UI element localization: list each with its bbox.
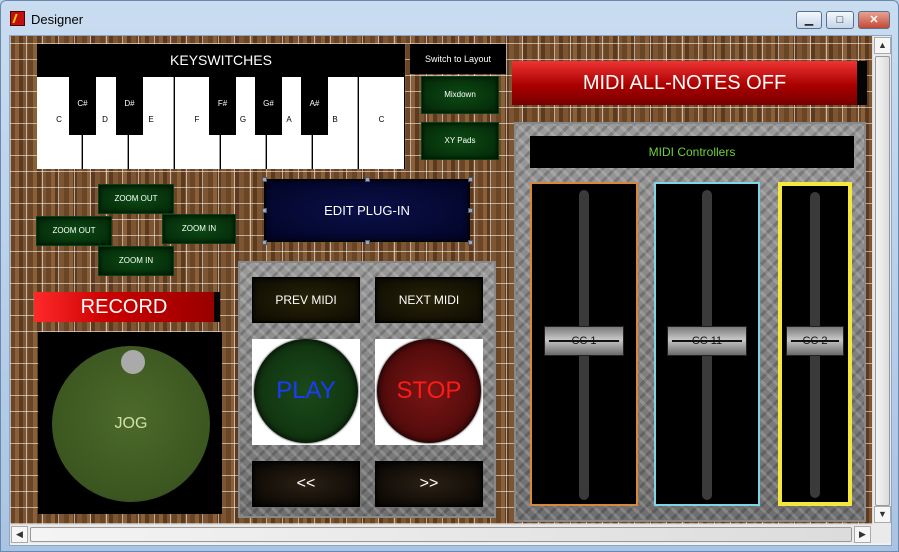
app-icon [10,11,25,26]
jog-indicator-dot [121,350,145,374]
selection-handle[interactable] [262,240,267,245]
play-button[interactable]: PLAY [254,339,358,443]
stop-button[interactable]: STOP [377,339,481,443]
minimize-button[interactable]: ▁ [796,11,822,29]
selection-handle[interactable] [468,240,473,245]
zoom-out-button[interactable]: ZOOM OUT [98,184,174,214]
fast-forward-button[interactable]: >> [375,461,483,507]
scroll-right-button[interactable]: ▶ [854,526,871,543]
key-c-high[interactable]: C [359,77,404,169]
cc1-fader[interactable]: CC 1 [530,182,638,506]
jog-panel: JOG [38,332,222,514]
selection-handle[interactable] [468,208,473,213]
xy-pads-layout-button[interactable]: XY Pads [421,122,499,160]
record-button[interactable]: RECORD [34,292,220,322]
midi-all-notes-off-button[interactable]: MIDI ALL-NOTES OFF [512,61,867,105]
key-g-sharp[interactable]: G# [255,77,282,135]
cc11-fader[interactable]: CC 11 [654,182,760,506]
cc11-fader-knob[interactable]: CC 11 [667,326,747,356]
keyswitch-keyboard: C D E F G A B C C# D# F# G# A# [37,77,405,169]
horizontal-scroll-thumb[interactable] [30,527,852,542]
next-midi-button[interactable]: NEXT MIDI [375,277,483,323]
scroll-down-button[interactable]: ▼ [874,506,891,523]
key-a-sharp[interactable]: A# [301,77,328,135]
mixdown-layout-button[interactable]: Mixdown [421,76,499,114]
midi-controllers-title: MIDI Controllers [530,136,854,168]
prev-midi-button[interactable]: PREV MIDI [252,277,360,323]
horizontal-scrollbar[interactable]: ◀ ▶ [10,524,872,543]
maximize-button[interactable]: □ [826,11,854,29]
stop-button-frame: STOP [375,339,483,445]
jog-label: JOG [114,415,148,432]
midi-controllers-panel: MIDI Controllers CC 1 CC 11 CC 2 [514,122,866,522]
vertical-scrollbar[interactable]: ▲ ▼ [872,36,891,524]
cc2-label: CC 2 [802,335,828,347]
window-title: Designer [31,12,84,27]
vertical-scroll-thumb[interactable] [875,56,890,506]
cc1-fader-knob[interactable]: CC 1 [544,326,624,356]
selection-handle[interactable] [365,177,370,182]
key-c-sharp[interactable]: C# [69,77,96,135]
key-f-sharp[interactable]: F# [209,77,236,135]
layout-canvas[interactable]: KEYSWITCHES C D E F G A B C C# D# F# G# … [10,36,872,524]
title-bar[interactable]: Designer ▁ □ ✕ [1,1,898,35]
rewind-button[interactable]: << [252,461,360,507]
zoom-out-button-alt[interactable]: ZOOM OUT [36,216,112,246]
selection-handle[interactable] [468,177,473,182]
selection-handle[interactable] [262,177,267,182]
cc2-fader[interactable]: CC 2 [778,182,852,506]
keyswitches-title: KEYSWITCHES [37,44,405,77]
cc1-label: CC 1 [571,335,597,347]
play-button-frame: PLAY [252,339,360,445]
designer-client-area: KEYSWITCHES C D E F G A B C C# D# F# G# … [9,35,892,546]
cc11-label: CC 11 [691,335,723,347]
edit-plugin-button[interactable]: EDIT PLUG-IN [264,179,470,242]
transport-panel: PREV MIDI NEXT MIDI PLAY STOP << >> [238,261,496,518]
zoom-in-button[interactable]: ZOOM IN [162,214,236,244]
close-button[interactable]: ✕ [858,11,890,29]
selection-handle[interactable] [365,240,370,245]
cc2-fader-knob[interactable]: CC 2 [786,326,844,356]
switch-layout-label: Switch to Layout [410,44,506,74]
scroll-up-button[interactable]: ▲ [874,37,891,54]
zoom-in-button-alt[interactable]: ZOOM IN [98,246,174,276]
key-d-sharp[interactable]: D# [116,77,143,135]
scrollbar-corner [872,524,891,543]
scroll-left-button[interactable]: ◀ [11,526,28,543]
selection-handle[interactable] [262,208,267,213]
designer-window: Designer ▁ □ ✕ KEYSWITCHES C D E F G A B… [0,0,899,552]
